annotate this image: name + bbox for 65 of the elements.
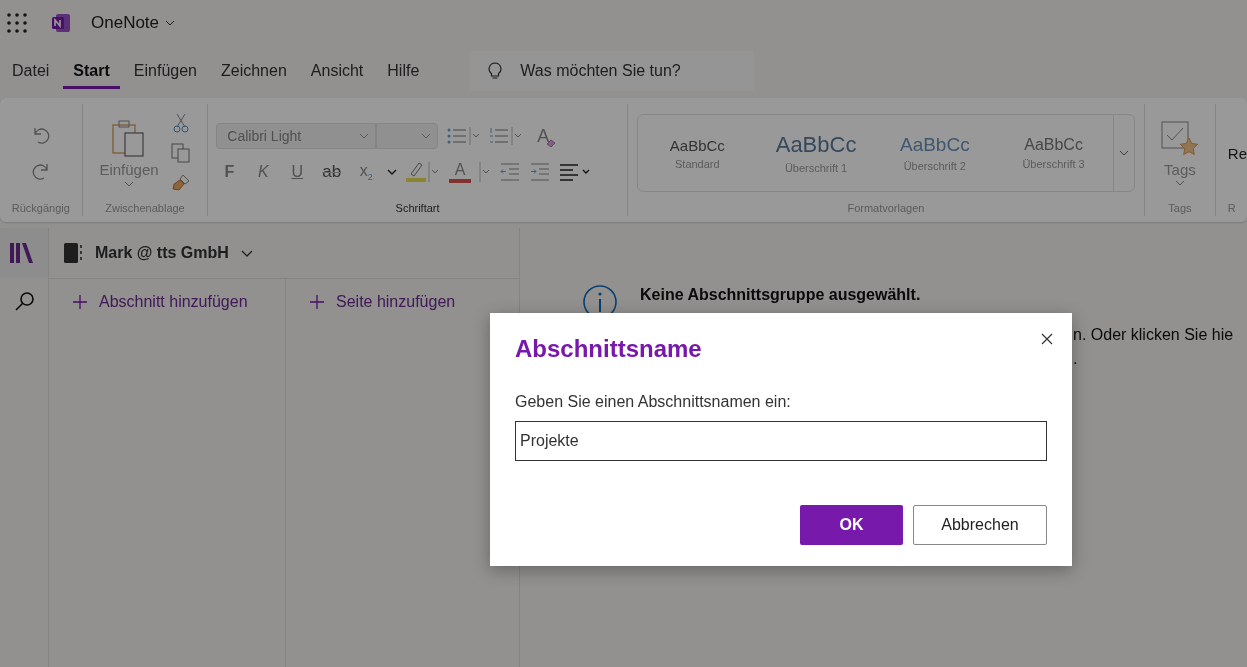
- group-label: Formatvorlagen: [847, 202, 925, 216]
- format-button[interactable]: x$_{2}$: [353, 161, 380, 183]
- chevron-down-icon[interactable]: [165, 20, 176, 26]
- increase-indent-icon[interactable]: [529, 162, 552, 182]
- notebooks-icon[interactable]: [0, 228, 48, 278]
- chevron-down-icon[interactable]: [1118, 150, 1129, 156]
- dialog-prompt: Geben Sie einen Abschnittsnamen ein:: [515, 393, 792, 411]
- style-option[interactable]: AaBbCc Überschrift 3: [994, 115, 1113, 191]
- ribbon-button-label[interactable]: Re: [1227, 144, 1247, 162]
- menu-tab[interactable]: Datei: [2, 53, 60, 89]
- numbered-list-icon[interactable]: [488, 126, 523, 146]
- format-button[interactable]: F: [216, 163, 243, 181]
- tags-button[interactable]: Tags: [1160, 120, 1199, 186]
- plus-icon: [73, 295, 87, 309]
- app-name[interactable]: OneNote: [91, 13, 160, 33]
- menu-tab[interactable]: Hilfe: [377, 53, 430, 89]
- format-button[interactable]: U: [284, 163, 311, 181]
- clipboard-icon: [111, 119, 147, 158]
- menu-tab[interactable]: Einfügen: [123, 53, 207, 89]
- info-text: .: [1073, 350, 1079, 368]
- info-heading: Keine Abschnittsgruppe ausgewählt.: [640, 286, 921, 304]
- info-text: n. Oder klicken Sie hie: [1073, 326, 1235, 344]
- notebook-name[interactable]: Mark @ tts GmbH: [95, 244, 229, 262]
- app-logo-icon: [51, 13, 71, 33]
- clear-formatting-button[interactable]: A: [530, 125, 557, 147]
- cancel-button[interactable]: Abbrechen: [913, 505, 1047, 545]
- add-page-button[interactable]: Seite hinzufügen: [286, 279, 456, 311]
- ok-button[interactable]: OK: [800, 505, 903, 545]
- chevron-down-icon: [1174, 179, 1185, 186]
- group-label: Rückgängig: [11, 202, 70, 216]
- font-color-button[interactable]: A: [449, 161, 472, 183]
- style-option[interactable]: AaBbCc Überschrift 1: [756, 115, 876, 191]
- app-launcher-icon[interactable]: [7, 13, 27, 33]
- add-section-button[interactable]: Abschnitt hinzufügen: [49, 279, 248, 311]
- redo-icon[interactable]: [30, 162, 51, 180]
- group-label: Schriftart: [395, 202, 440, 216]
- style-option[interactable]: AaBbCc Standard: [637, 115, 757, 191]
- paste-button[interactable]: Einfügen: [99, 119, 159, 187]
- chevron-down-icon: [359, 133, 370, 139]
- chevron-down-icon[interactable]: [240, 249, 253, 257]
- scissors-icon[interactable]: [172, 113, 189, 133]
- menu-tab[interactable]: Start: [63, 53, 120, 89]
- align-left-icon[interactable]: [559, 162, 592, 182]
- chevron-down-icon[interactable]: [387, 169, 398, 175]
- chevron-down-icon: [124, 180, 134, 187]
- search-field[interactable]: Was möchten Sie tun?: [470, 51, 755, 91]
- group-label: R: [1227, 202, 1236, 216]
- style-option[interactable]: AaBbCc Überschrift 2: [875, 115, 995, 191]
- decrease-indent-icon[interactable]: [499, 162, 522, 182]
- copy-icon[interactable]: [170, 143, 191, 163]
- notebook-icon: [63, 242, 83, 264]
- format-button[interactable]: K: [250, 163, 277, 181]
- font-name-dropdown[interactable]: Calibri Light: [216, 123, 377, 149]
- group-label: Zwischenablage: [105, 202, 185, 216]
- bullet-list-icon[interactable]: [446, 126, 481, 146]
- dialog-title: Abschnittsname: [515, 335, 702, 363]
- menu-tab[interactable]: Zeichnen: [211, 53, 297, 89]
- paintbrush-icon[interactable]: [170, 173, 191, 193]
- section-name-input[interactable]: Projekte: [515, 421, 1047, 461]
- chevron-down-icon: [421, 133, 432, 139]
- lightbulb-icon: [488, 62, 503, 80]
- plus-icon: [310, 295, 324, 309]
- group-label: Tags: [1168, 202, 1192, 216]
- menu-tab[interactable]: Ansicht: [300, 53, 374, 89]
- close-icon[interactable]: [1041, 333, 1053, 345]
